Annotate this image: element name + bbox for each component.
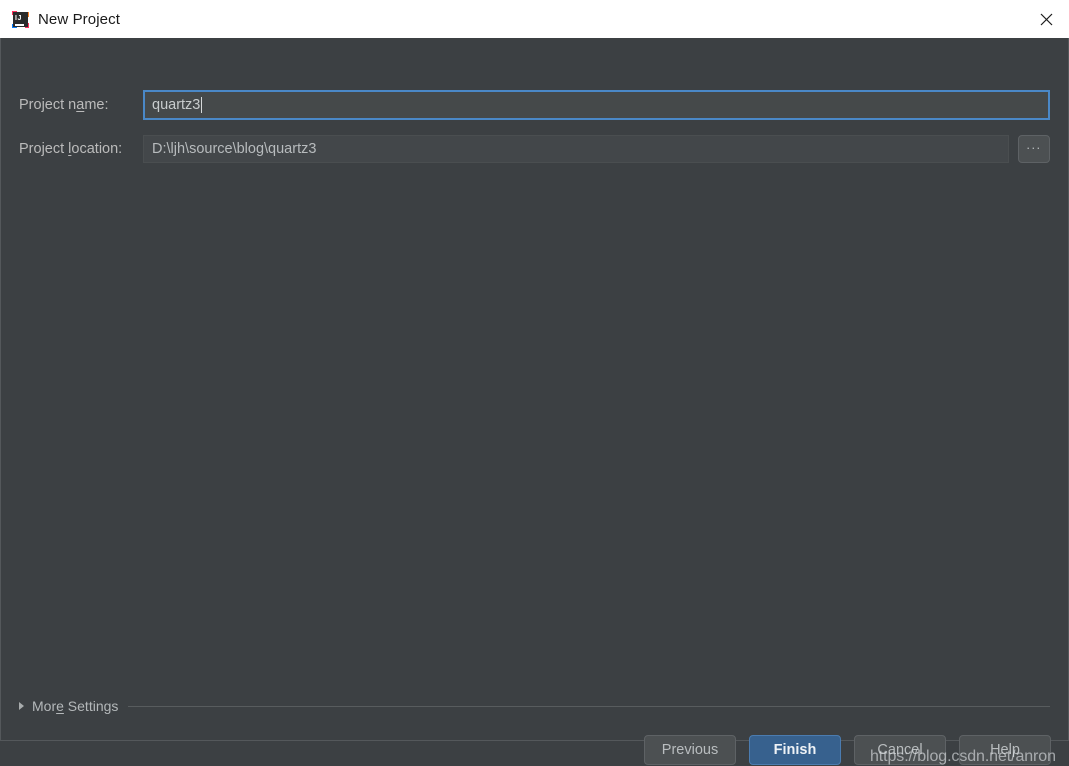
finish-button[interactable]: Finish	[749, 735, 841, 765]
project-location-label: Project location:	[19, 141, 123, 157]
project-location-row: Project location: D:\ljh\source\blog\qua…	[19, 134, 1050, 164]
project-location-input[interactable]: D:\ljh\source\blog\quartz3	[143, 135, 1009, 163]
close-icon[interactable]	[1023, 0, 1069, 38]
window-title: New Project	[38, 10, 120, 28]
title-bar: IJ New Project	[0, 0, 1069, 38]
project-name-row: Project name: quartz3	[19, 90, 1050, 120]
more-settings-label: More Settings	[32, 698, 119, 714]
project-name-label: Project name:	[19, 97, 109, 113]
dialog-body: Project name: quartz3 Project location: …	[0, 38, 1069, 765]
chevron-right-icon	[19, 702, 24, 710]
separator	[128, 705, 1050, 707]
previous-button[interactable]: Previous	[644, 735, 736, 765]
dialog-button-bar: Previous Finish Cancel Help	[644, 735, 1051, 765]
cancel-button[interactable]: Cancel	[854, 735, 946, 765]
project-name-input[interactable]: quartz3	[143, 90, 1050, 120]
project-location-value: D:\ljh\source\blog\quartz3	[152, 141, 317, 157]
help-button[interactable]: Help	[959, 735, 1051, 765]
more-settings-toggle[interactable]: More Settings	[19, 697, 1050, 715]
text-caret	[201, 97, 203, 113]
intellij-idea-icon: IJ	[12, 10, 29, 28]
browse-ellipsis-icon: ...	[1026, 137, 1042, 152]
project-name-value: quartz3	[152, 97, 201, 113]
browse-location-button[interactable]: ...	[1018, 135, 1050, 163]
new-project-dialog: IJ New Project Project name: quartz3 Pro…	[0, 0, 1069, 765]
